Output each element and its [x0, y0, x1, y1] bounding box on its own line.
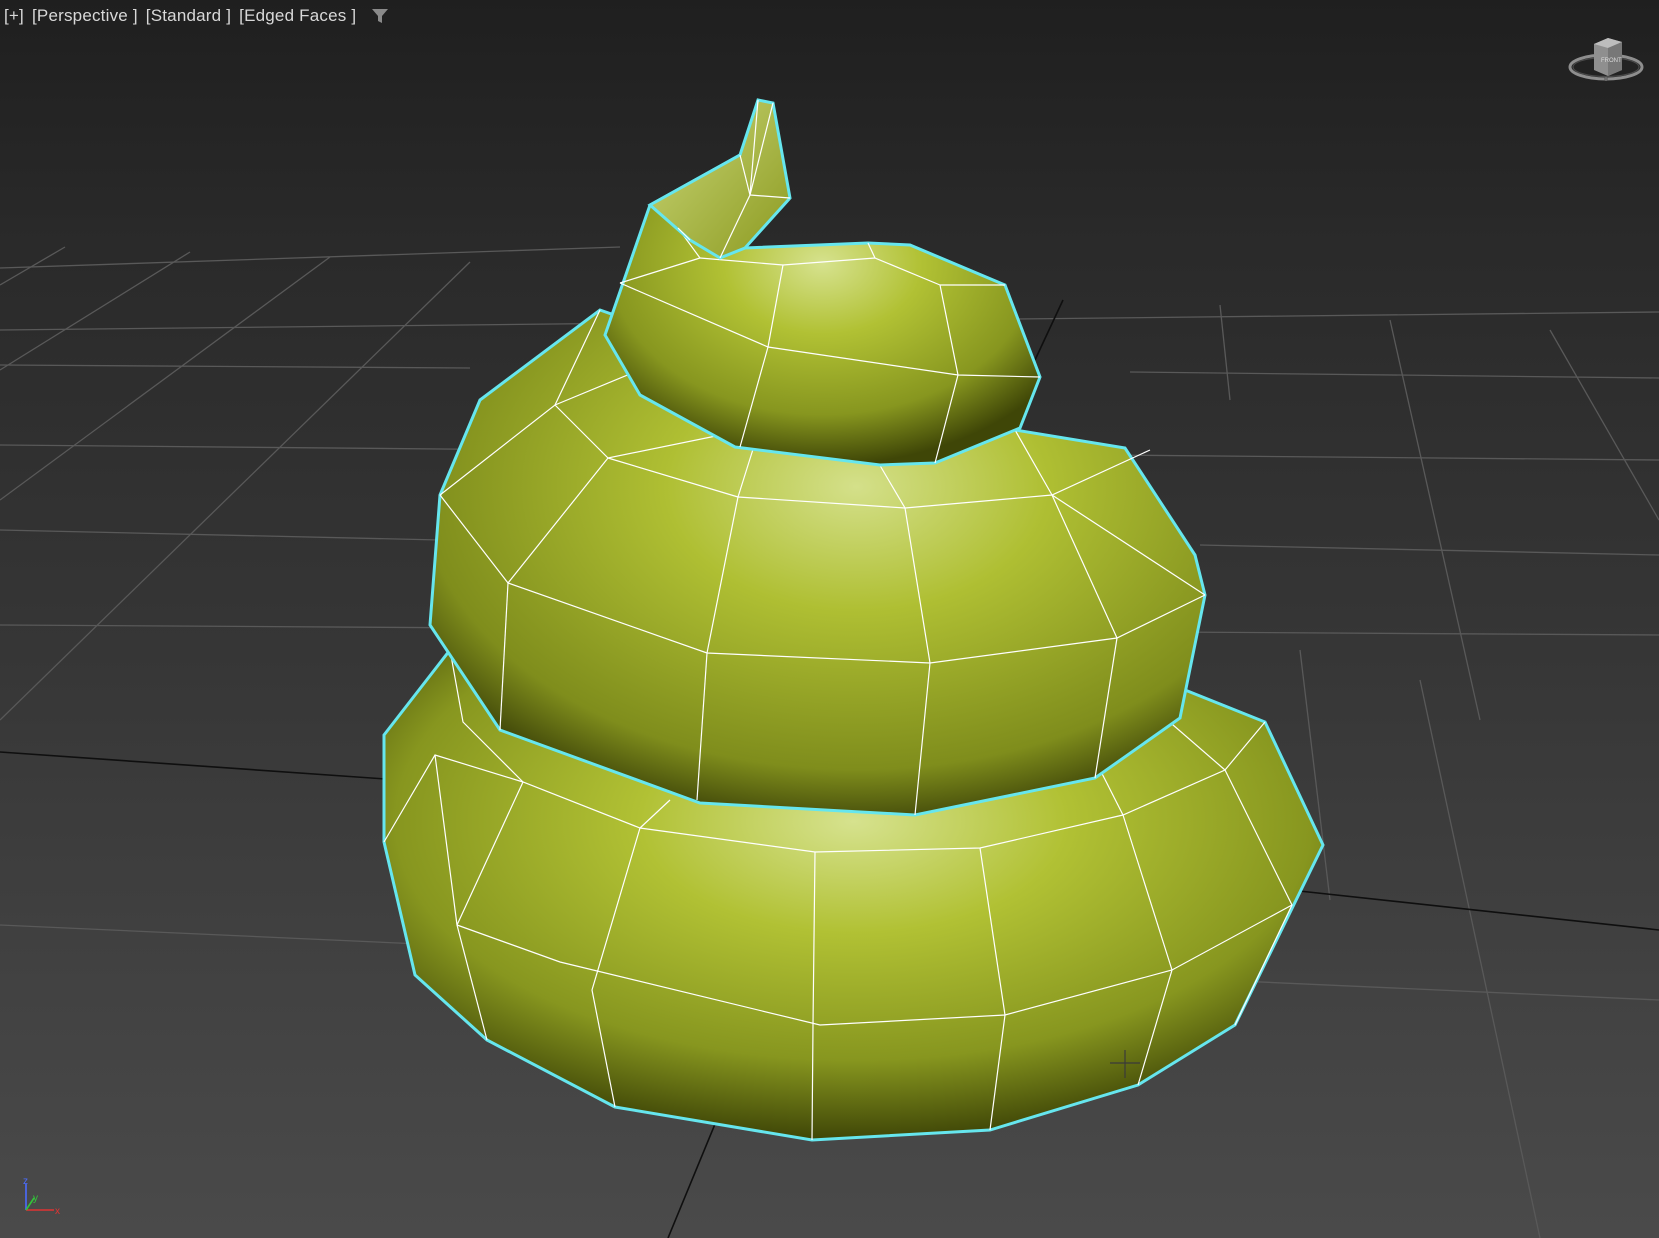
viewcube-face-label: FRONT	[1601, 58, 1622, 64]
axis-y-label: y	[33, 1193, 38, 1204]
viewport-label-menu: [+] [Perspective ] [Standard ] [Edged Fa…	[4, 5, 390, 27]
viewport-point-of-view-menu[interactable]: [Perspective ]	[32, 6, 138, 26]
viewport-display-mode-menu[interactable]: [Edged Faces ]	[239, 6, 356, 26]
axis-tripod-icon: z y x	[23, 1176, 60, 1216]
perspective-viewport[interactable]: [+] [Perspective ] [Standard ] [Edged Fa…	[0, 0, 1659, 1238]
axis-z-label: z	[23, 1176, 28, 1187]
axis-x-label: x	[55, 1206, 60, 1216]
filter-funnel-icon[interactable]	[370, 6, 390, 26]
viewcube-icon[interactable]: FRONT	[1566, 32, 1646, 92]
viewport-shading-menu[interactable]: [Standard ]	[146, 6, 231, 26]
viewport-general-menu[interactable]: [+]	[4, 6, 24, 26]
viewport-scene[interactable]	[0, 0, 1659, 1238]
